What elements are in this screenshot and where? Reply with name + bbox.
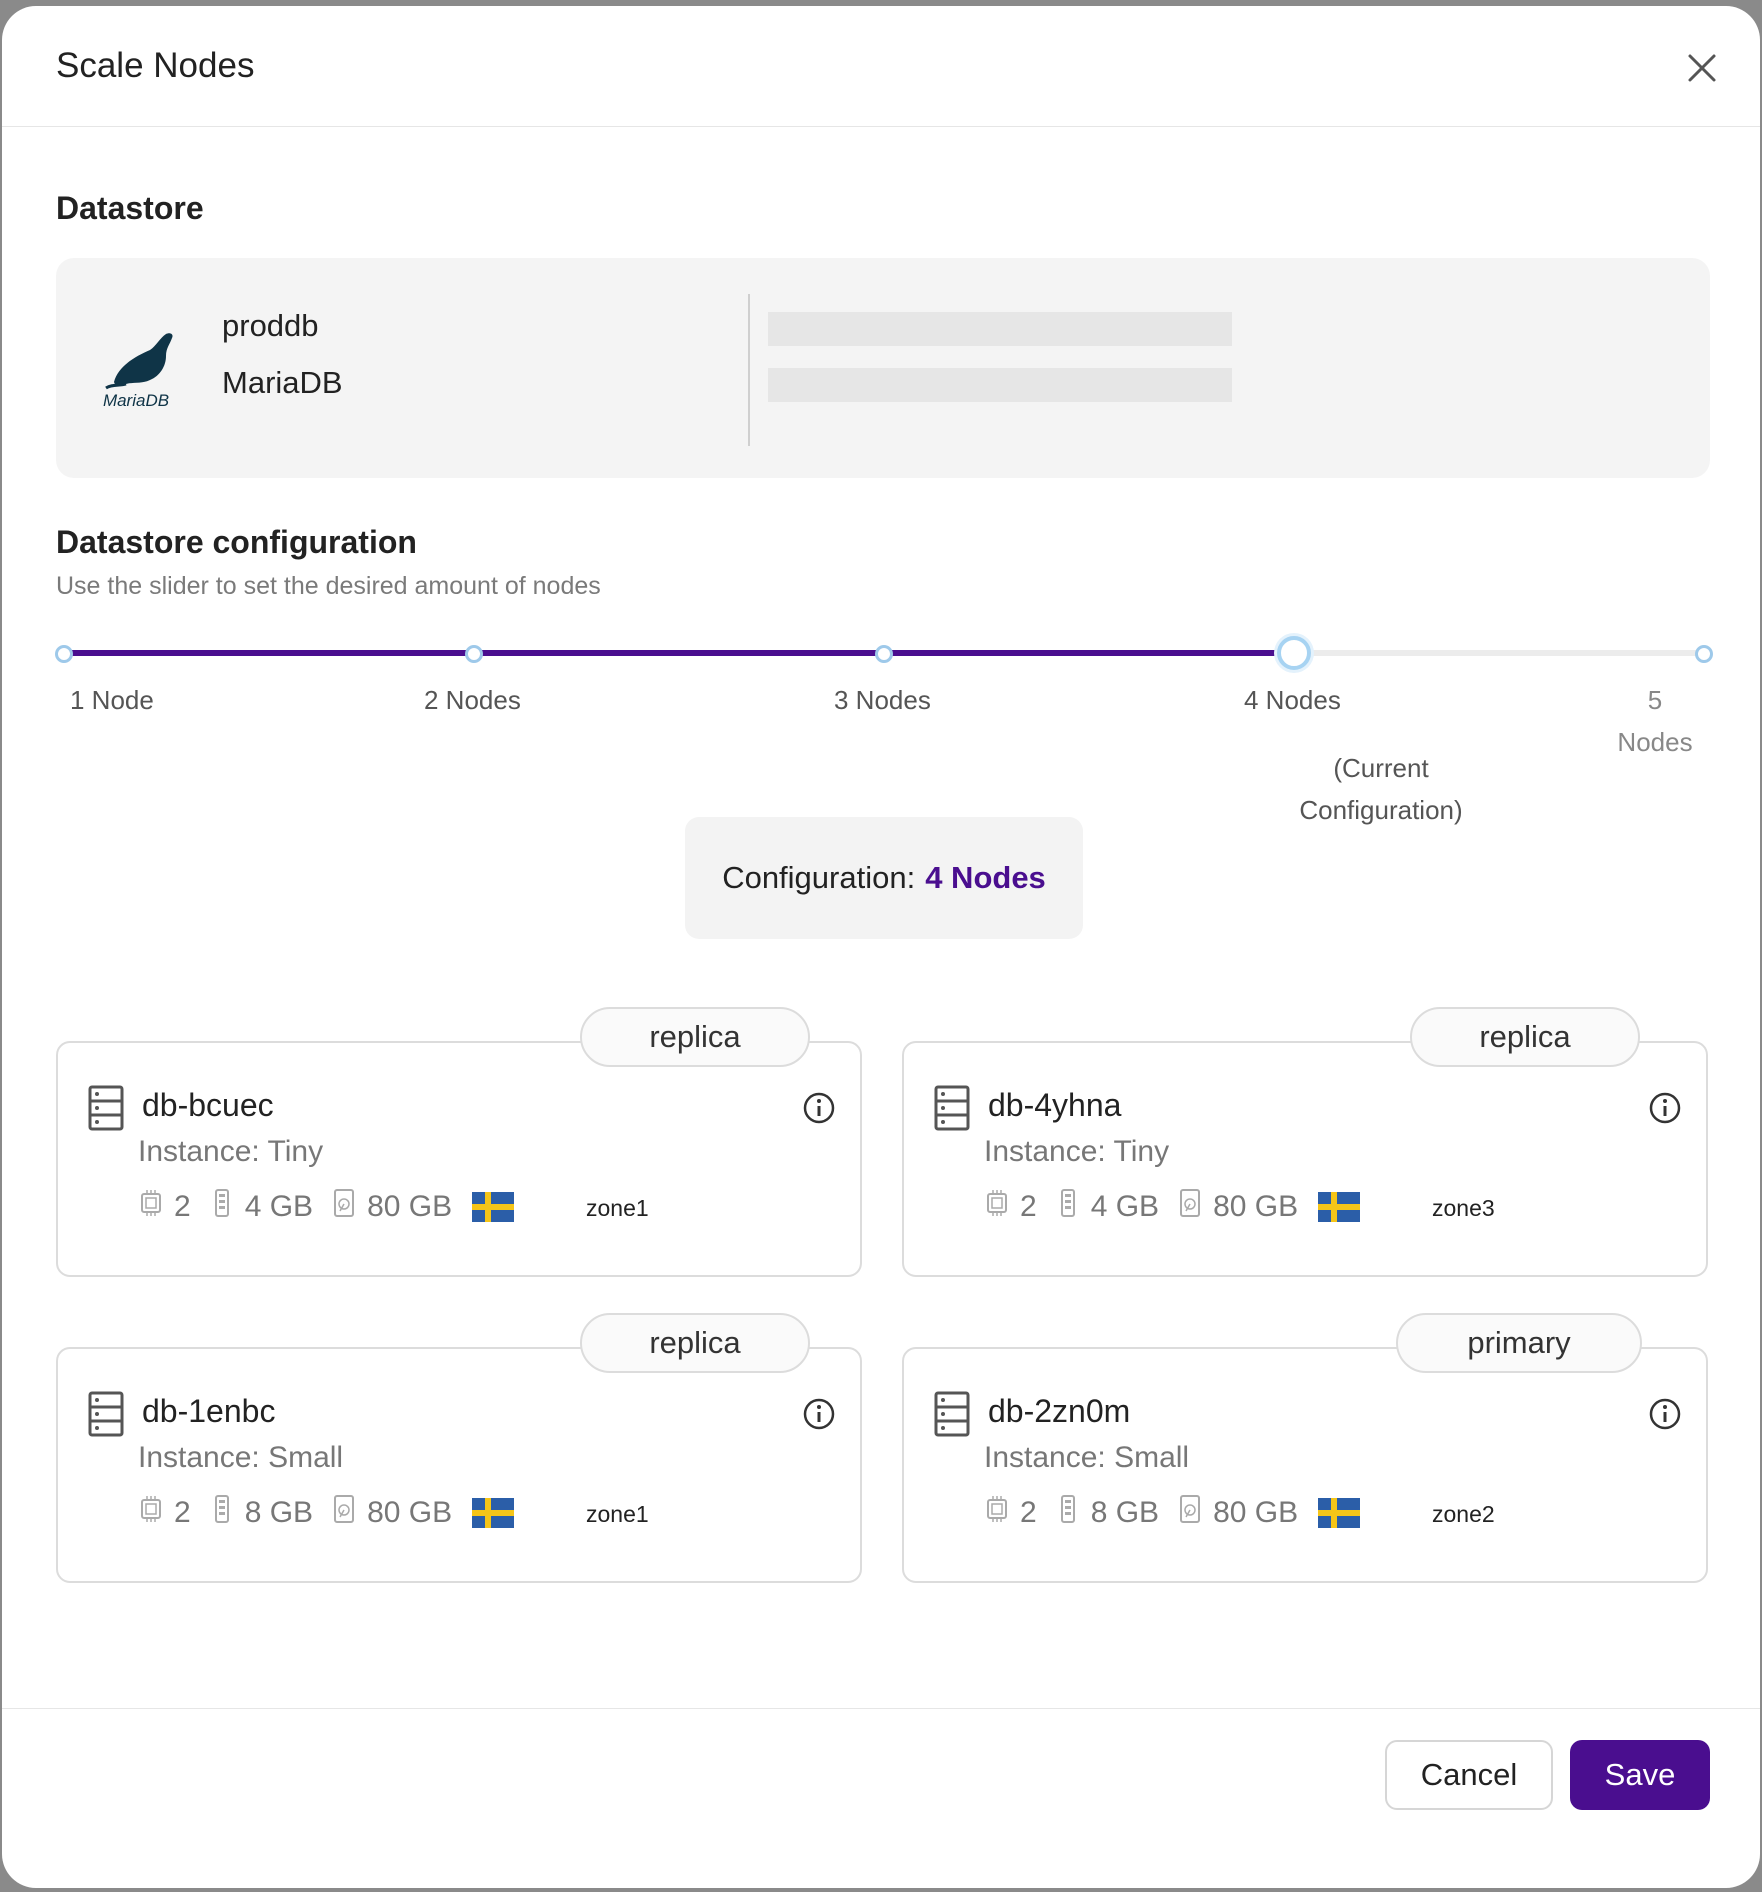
node-specs: 2 8 GB 80 GB xyxy=(138,1493,515,1533)
slider-label-2: 2 Nodes xyxy=(424,685,521,715)
sweden-flag-icon xyxy=(1318,1498,1361,1528)
node-ram: 8 GB xyxy=(1090,1496,1160,1529)
memory-icon xyxy=(209,1493,245,1533)
node-instance-type: Instance: Small xyxy=(984,1441,1190,1474)
info-icon[interactable] xyxy=(1648,1091,1682,1125)
configuration-summary-label: Configuration: xyxy=(722,860,916,895)
node-card: replica db-4yhna Instance: Tiny 2 4 GB 80 GB z… xyxy=(902,1007,1708,1277)
configuration-summary-value: 4 Nodes xyxy=(925,860,1046,895)
cpu-icon xyxy=(138,1493,174,1533)
slider-step-3[interactable] xyxy=(875,645,893,663)
server-icon xyxy=(934,1085,970,1131)
sweden-flag-icon xyxy=(1318,1192,1361,1222)
node-name: db-bcuec xyxy=(142,1087,274,1123)
info-icon[interactable] xyxy=(802,1397,836,1431)
datastore-engine: MariaDB xyxy=(222,365,343,400)
cancel-button[interactable]: Cancel xyxy=(1385,1740,1553,1810)
datastore-name: proddb xyxy=(222,308,319,343)
cpu-icon xyxy=(984,1187,1020,1227)
slider-thumb[interactable] xyxy=(1277,636,1311,670)
loading-placeholder xyxy=(768,368,1232,402)
datastore-section-title: Datastore xyxy=(56,190,204,226)
scale-nodes-modal: Scale Nodes Datastore MariaDB proddb Mar… xyxy=(2,6,1760,1888)
node-cpu: 2 xyxy=(1020,1190,1037,1223)
mariadb-logo: MariaDB xyxy=(103,333,173,410)
sweden-flag-icon xyxy=(472,1192,515,1222)
node-instance-type: Instance: Tiny xyxy=(984,1135,1170,1168)
slider-label-5: 5 Nodes xyxy=(1617,685,1693,757)
node-role-badge: replica xyxy=(580,1313,810,1373)
node-instance-type: Instance: Tiny xyxy=(138,1135,324,1168)
modal-header: Scale Nodes xyxy=(2,6,1760,127)
node-instance-type: Instance: Small xyxy=(138,1441,344,1474)
node-zone: zone3 xyxy=(1432,1195,1495,1221)
cpu-icon xyxy=(138,1187,174,1227)
memory-icon xyxy=(1055,1493,1091,1533)
node-specs: 2 4 GB 80 GB xyxy=(984,1187,1361,1227)
slider-step-5[interactable] xyxy=(1695,645,1713,663)
node-ram: 4 GB xyxy=(244,1190,314,1223)
save-button[interactable]: Save xyxy=(1570,1740,1710,1810)
slider-label-1: 1 Node xyxy=(70,685,154,715)
server-icon xyxy=(934,1391,970,1437)
disk-icon xyxy=(331,1187,367,1227)
node-cpu: 2 xyxy=(174,1496,191,1529)
node-disk: 80 GB xyxy=(367,1190,453,1223)
server-icon xyxy=(88,1085,124,1131)
loading-placeholder xyxy=(768,312,1232,346)
configuration-summary: Configuration: 4 Nodes xyxy=(685,817,1083,939)
node-name: db-1enbc xyxy=(142,1393,276,1429)
configuration-subtitle: Use the slider to set the desired amount… xyxy=(56,572,601,600)
node-card: primary db-2zn0m Instance: Small 2 8 GB 80 GB… xyxy=(902,1313,1708,1583)
node-role-badge: replica xyxy=(1410,1007,1640,1067)
node-card: replica db-bcuec Instance: Tiny 2 4 GB 80 GB z… xyxy=(56,1007,862,1277)
node-ram: 4 GB xyxy=(1090,1190,1160,1223)
datastore-divider xyxy=(748,294,750,446)
disk-icon xyxy=(1177,1187,1213,1227)
node-disk: 80 GB xyxy=(1213,1496,1299,1529)
node-name: db-2zn0m xyxy=(988,1393,1131,1429)
disk-icon xyxy=(1177,1493,1213,1533)
modal-footer-divider xyxy=(2,1708,1760,1709)
mariadb-logo-text: MariaDB xyxy=(103,391,169,410)
slider-fill xyxy=(64,650,1294,656)
node-specs: 2 8 GB 80 GB xyxy=(984,1493,1361,1533)
node-count-slider[interactable] xyxy=(55,636,1713,670)
node-cpu: 2 xyxy=(1020,1496,1037,1529)
node-disk: 80 GB xyxy=(367,1496,453,1529)
sweden-flag-icon xyxy=(472,1498,515,1528)
node-zone: zone2 xyxy=(1432,1501,1495,1527)
slider-step-1[interactable] xyxy=(55,645,73,663)
slider-label-3: 3 Nodes xyxy=(834,685,931,715)
memory-icon xyxy=(209,1187,245,1227)
node-disk: 80 GB xyxy=(1213,1190,1299,1223)
datastore-card: MariaDB proddb MariaDB xyxy=(56,258,1710,478)
node-cpu: 2 xyxy=(174,1190,191,1223)
info-icon[interactable] xyxy=(802,1091,836,1125)
node-card: replica db-1enbc Instance: Small 2 8 GB 80 GB… xyxy=(56,1313,862,1583)
node-specs: 2 4 GB 80 GB xyxy=(138,1187,515,1227)
disk-icon xyxy=(331,1493,367,1533)
slider-step-2[interactable] xyxy=(465,645,483,663)
node-role-badge: primary xyxy=(1396,1313,1642,1373)
node-role-badge: replica xyxy=(580,1007,810,1067)
node-name: db-4yhna xyxy=(988,1087,1122,1123)
server-icon xyxy=(88,1391,124,1437)
cpu-icon xyxy=(984,1493,1020,1533)
slider-label-4: 4 Nodes xyxy=(1244,685,1341,715)
close-icon[interactable] xyxy=(1682,48,1722,88)
configuration-section-title: Datastore configuration xyxy=(56,524,417,560)
node-zone: zone1 xyxy=(586,1195,649,1221)
current-configuration-note: (Current Configuration) xyxy=(1299,753,1463,825)
node-ram: 8 GB xyxy=(244,1496,314,1529)
memory-icon xyxy=(1055,1187,1091,1227)
modal-title: Scale Nodes xyxy=(56,46,255,85)
node-zone: zone1 xyxy=(586,1501,649,1527)
info-icon[interactable] xyxy=(1648,1397,1682,1431)
